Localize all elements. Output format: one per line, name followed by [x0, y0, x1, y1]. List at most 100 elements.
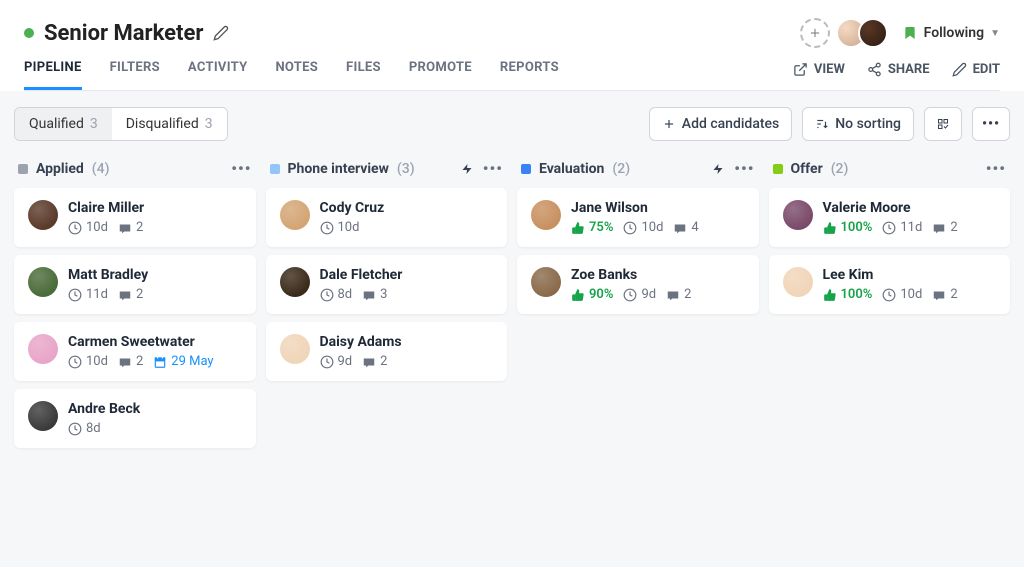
view-button[interactable]: VIEW: [793, 62, 845, 77]
candidate-card[interactable]: Zoe Banks 90% 9d 2: [517, 255, 759, 314]
add-candidates-button[interactable]: Add candidates: [649, 107, 792, 141]
age-label: 11d: [68, 287, 108, 302]
age-label: 10d: [320, 220, 360, 235]
bookmark-icon: [902, 25, 918, 41]
column-count: (3): [397, 161, 415, 177]
candidate-meta: 8d3: [320, 287, 494, 302]
nav-tab-activity[interactable]: ACTIVITY: [188, 60, 248, 90]
edit-button[interactable]: EDIT: [952, 62, 1000, 77]
followers-avatars[interactable]: [844, 18, 888, 48]
comments-count: 2: [666, 287, 691, 302]
add-follower-button[interactable]: [800, 18, 830, 48]
candidate-meta: 100%11d2: [823, 220, 997, 235]
following-label: Following: [924, 25, 984, 41]
candidate-name: Zoe Banks: [571, 267, 745, 283]
nav-tabs: PIPELINE FILTERS ACTIVITY NOTES FILES PROMOTE…: [24, 60, 559, 90]
overflow-button[interactable]: •••: [972, 107, 1010, 141]
column-menu-button[interactable]: •••: [734, 159, 754, 178]
comments-count: 2: [118, 220, 143, 235]
comments-count: 2: [362, 354, 387, 369]
candidate-name: Claire Miller: [68, 200, 242, 216]
candidate-card[interactable]: Daisy Adams 9d 2: [266, 322, 508, 381]
age-label: 10d: [623, 220, 663, 235]
score-badge: 100%: [823, 287, 873, 302]
share-button[interactable]: SHARE: [867, 62, 930, 77]
avatar: [28, 267, 58, 297]
candidate-meta: 75%10d4: [571, 220, 745, 235]
nav-tab-reports[interactable]: REPORTS: [500, 60, 559, 90]
view-options-button[interactable]: [924, 107, 962, 141]
candidate-name: Daisy Adams: [320, 334, 494, 350]
avatar: [280, 334, 310, 364]
avatar: [280, 200, 310, 230]
candidate-name: Valerie Moore: [823, 200, 997, 216]
candidate-name: Andre Beck: [68, 401, 242, 417]
column-count: (2): [612, 161, 630, 177]
age-label: 9d: [623, 287, 656, 302]
segment-disqualified[interactable]: Disqualified 3: [112, 108, 227, 140]
candidate-card[interactable]: Carmen Sweetwater 10d 2 29 May: [14, 322, 256, 381]
candidate-meta: 8d: [68, 421, 242, 436]
column-menu-button[interactable]: •••: [986, 159, 1006, 178]
avatar: [280, 267, 310, 297]
comments-count: 2: [932, 220, 957, 235]
candidate-card[interactable]: Andre Beck 8d: [14, 389, 256, 448]
candidate-name: Lee Kim: [823, 267, 997, 283]
nav-tab-filters[interactable]: FILTERS: [110, 60, 160, 90]
automation-icon[interactable]: [712, 163, 724, 175]
column-count: (4): [92, 161, 110, 177]
candidate-card[interactable]: Cody Cruz 10d: [266, 188, 508, 247]
column-menu-button[interactable]: •••: [231, 159, 251, 178]
candidate-card[interactable]: Matt Bradley11d2: [14, 255, 256, 314]
sort-button[interactable]: No sorting: [802, 107, 914, 141]
nav-tab-promote[interactable]: PROMOTE: [409, 60, 472, 90]
column-menu-button[interactable]: •••: [483, 159, 503, 178]
candidate-meta: 10d2: [68, 220, 242, 235]
candidate-name: Jane Wilson: [571, 200, 745, 216]
candidate-name: Carmen Sweetwater: [68, 334, 242, 350]
ellipsis-icon: •••: [982, 116, 1000, 132]
candidate-name: Dale Fletcher: [320, 267, 494, 283]
score-badge: 90%: [571, 287, 613, 302]
comments-count: 3: [362, 287, 387, 302]
avatar: [783, 200, 813, 230]
candidate-meta: 90% 9d 2: [571, 287, 745, 302]
column-color-badge: [521, 164, 531, 174]
segment-qualified[interactable]: Qualified 3: [15, 108, 112, 140]
column-offer: Offer (2) ••• Valerie Moore 100%11d2 Lee Kim…: [769, 159, 1011, 456]
scheduled-date: 29 May: [153, 354, 213, 369]
edit-title-icon[interactable]: [213, 25, 229, 41]
job-title: Senior Marketer: [44, 21, 203, 46]
automation-icon[interactable]: [461, 163, 473, 175]
chevron-down-icon: ▼: [990, 28, 1000, 39]
comments-count: 2: [118, 287, 143, 302]
comments-count: 4: [673, 220, 698, 235]
candidate-name: Cody Cruz: [320, 200, 494, 216]
candidate-card[interactable]: Dale Fletcher 8d3: [266, 255, 508, 314]
candidate-card[interactable]: Claire Miller 10d2: [14, 188, 256, 247]
column-title: Evaluation: [539, 161, 604, 177]
nav-tab-files[interactable]: FILES: [346, 60, 381, 90]
column-count: (2): [831, 161, 849, 177]
avatar: [28, 334, 58, 364]
comments-count: 2: [118, 354, 143, 369]
nav-tab-pipeline[interactable]: PIPELINE: [24, 60, 82, 90]
candidate-meta: 100% 10d 2: [823, 287, 997, 302]
column-title: Offer: [791, 161, 823, 177]
qualified-segment: Qualified 3Disqualified 3: [14, 107, 228, 141]
avatar: [531, 200, 561, 230]
following-button[interactable]: Following ▼: [902, 25, 1000, 41]
candidate-card[interactable]: Lee Kim 100% 10d 2: [769, 255, 1011, 314]
candidate-card[interactable]: Valerie Moore 100%11d2: [769, 188, 1011, 247]
age-label: 9d: [320, 354, 353, 369]
candidate-meta: 10d: [320, 220, 494, 235]
nav-tab-notes[interactable]: NOTES: [275, 60, 318, 90]
column-color-badge: [773, 164, 783, 174]
comments-count: 2: [932, 287, 957, 302]
avatar: [531, 267, 561, 297]
candidate-meta: 9d 2: [320, 354, 494, 369]
column-title: Applied: [36, 161, 84, 177]
age-label: 10d: [68, 354, 108, 369]
age-label: 10d: [882, 287, 922, 302]
candidate-card[interactable]: Jane Wilson75%10d4: [517, 188, 759, 247]
